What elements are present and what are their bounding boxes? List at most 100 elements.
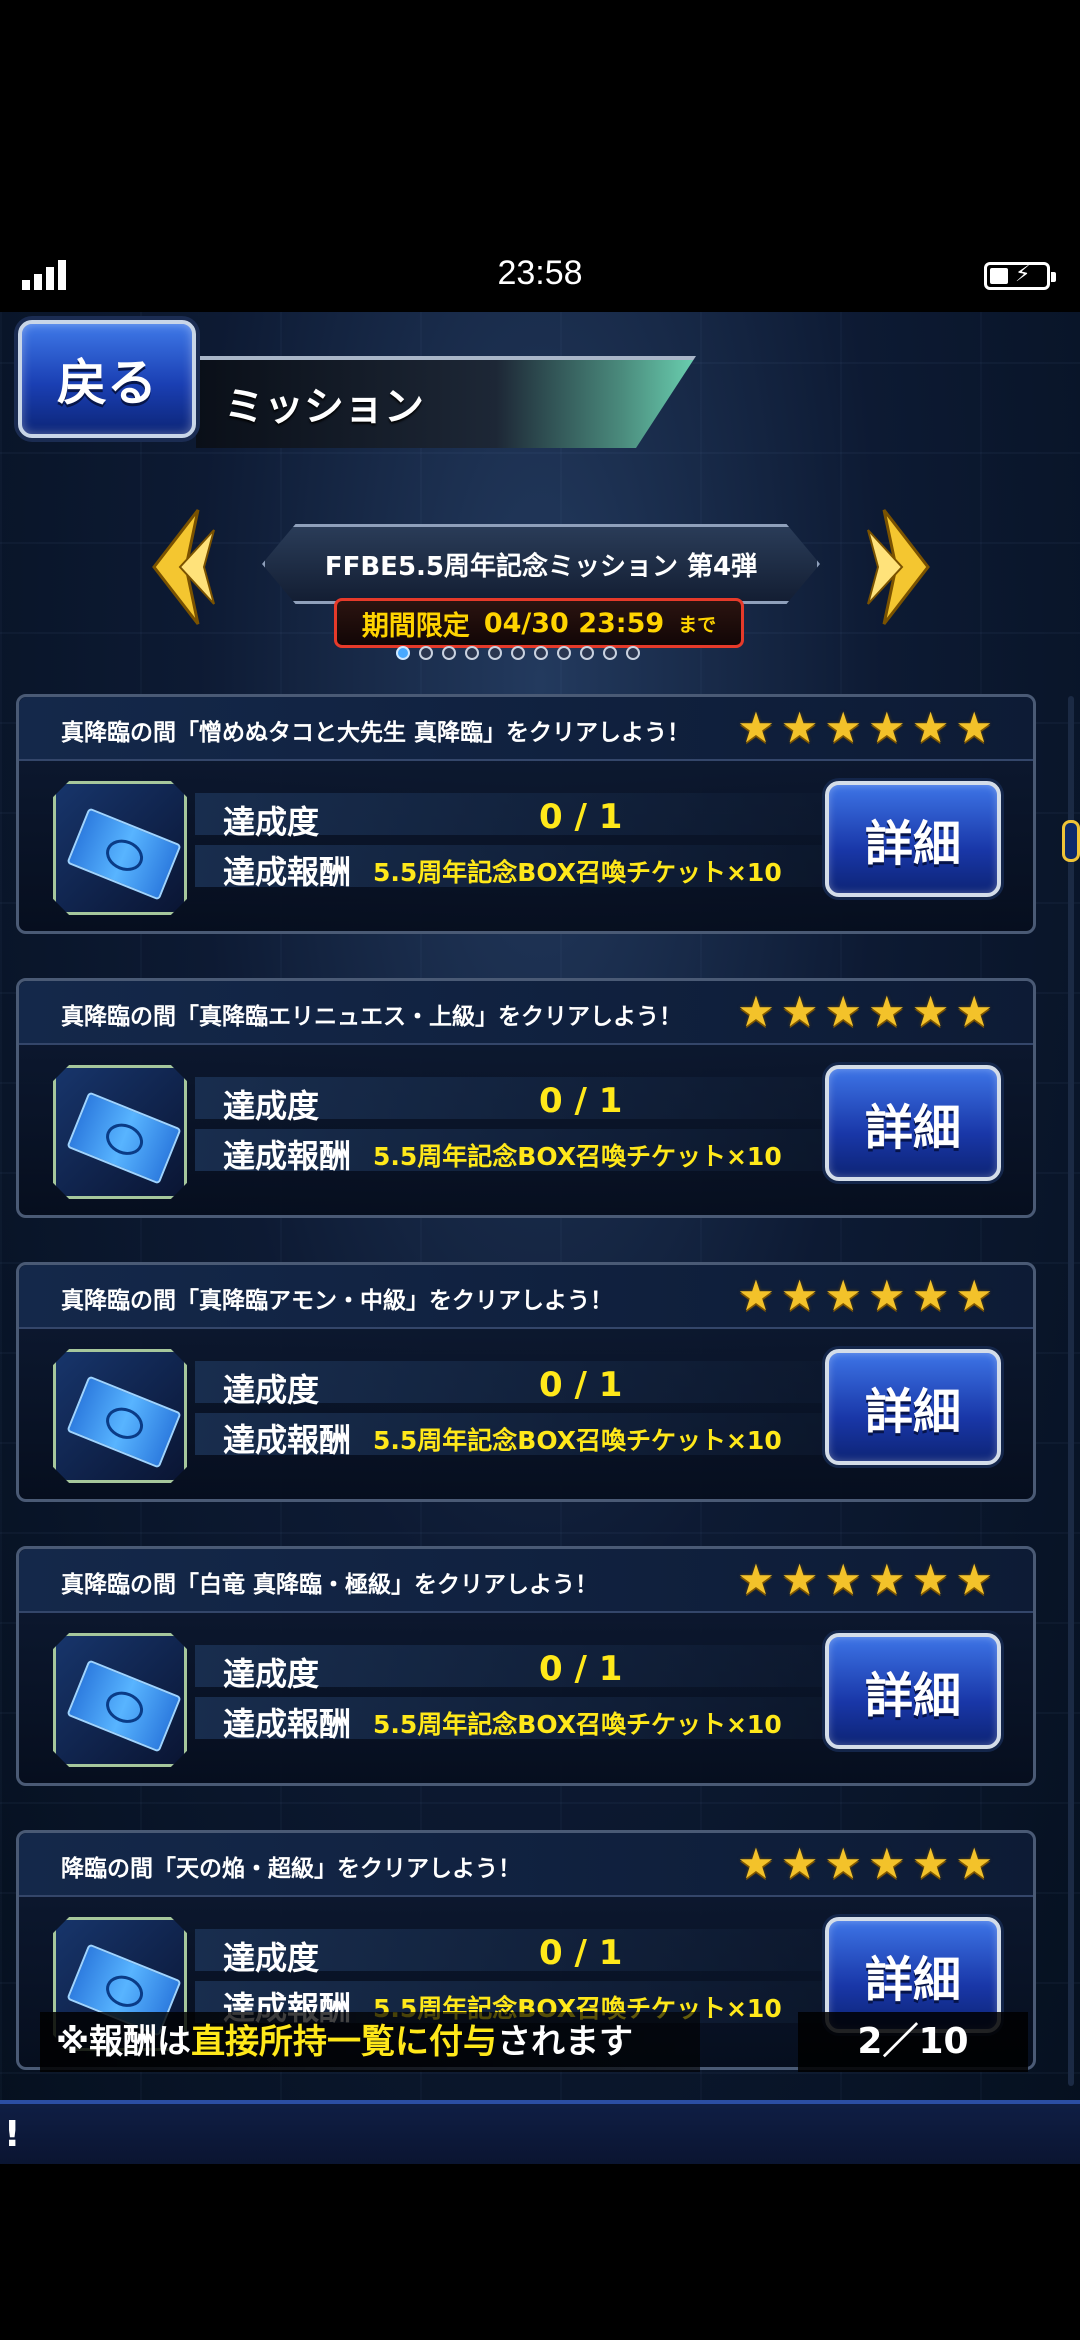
star-icon: ★ xyxy=(780,703,819,752)
note-suffix: されます xyxy=(497,2022,634,2062)
progress-label: 達成度 xyxy=(223,1087,320,1125)
star-icon: ★ xyxy=(868,703,906,752)
star-icon: ★ xyxy=(955,1555,993,1604)
star-icon: ★ xyxy=(824,1839,863,1888)
difficulty-stars: ★ ★ ★ ★ ★ ★ xyxy=(737,1559,993,1601)
page-dot xyxy=(465,646,479,660)
star-icon: ★ xyxy=(824,987,863,1036)
star-icon: ★ xyxy=(780,1271,819,1320)
ticket-icon xyxy=(53,1633,187,1767)
mission-list[interactable]: 真降臨の間「憎めぬタコと大先生 真降臨」をクリアしよう！ ★ ★ ★ ★ ★ ★ 達成度 0 /… xyxy=(0,694,1080,2094)
scrollbar-thumb[interactable] xyxy=(1062,820,1080,862)
mission-title: 真降臨の間「白竜 真降臨・極級」をクリアしよう！ xyxy=(61,1572,599,1598)
star-icon: ★ xyxy=(780,1839,819,1888)
mission-screen: ミッション 戻る FFBE5.5周年記念ミッション 第4弾 期間限定 04/30… xyxy=(0,312,1080,2164)
page-dot xyxy=(511,646,525,660)
next-event-arrow-icon[interactable] xyxy=(862,502,942,632)
star-icon: ★ xyxy=(780,987,819,1036)
event-title: FFBE5.5周年記念ミッション 第4弾 xyxy=(324,552,758,582)
progress-value: 0 / 1 xyxy=(539,1933,623,1973)
detail-button[interactable]: 詳細 xyxy=(825,781,1001,897)
reward-value: 5.5周年記念BOX召喚チケット×10 xyxy=(373,1426,782,1455)
note-prefix: ※報酬は xyxy=(56,2022,192,2062)
reward-value: 5.5周年記念BOX召喚チケット×10 xyxy=(373,858,782,887)
star-icon: ★ xyxy=(868,1555,906,1604)
difficulty-stars: ★ ★ ★ ★ ★ ★ xyxy=(737,1843,993,1885)
progress-value: 0 / 1 xyxy=(539,1649,623,1689)
star-icon: ★ xyxy=(824,703,863,752)
mission-card: 真降臨の間「憎めぬタコと大先生 真降臨」をクリアしよう！ ★ ★ ★ ★ ★ ★ 達成度 0 /… xyxy=(16,694,1036,934)
scrollbar-track[interactable] xyxy=(1068,696,1074,2086)
difficulty-stars: ★ ★ ★ ★ ★ ★ xyxy=(737,707,993,749)
ticket-icon xyxy=(53,1065,187,1199)
star-icon: ★ xyxy=(911,1555,950,1604)
star-icon: ★ xyxy=(955,1271,993,1320)
page-indicator xyxy=(396,646,640,660)
progress-value: 0 / 1 xyxy=(539,797,623,837)
bottom-bar: ! xyxy=(0,2100,1080,2164)
status-bar: 23:58 ⚡ xyxy=(0,240,1080,312)
detail-button[interactable]: 詳細 xyxy=(825,1065,1001,1181)
mission-title: 真降臨の間「憎めぬタコと大先生 真降臨」をクリアしよう！ xyxy=(61,720,691,746)
clock: 23:58 xyxy=(497,254,583,292)
page-title: ミッション xyxy=(224,384,424,430)
star-icon: ★ xyxy=(955,987,993,1036)
progress-label: 達成度 xyxy=(223,1655,320,1693)
page-dot xyxy=(442,646,456,660)
star-icon: ★ xyxy=(737,1839,775,1888)
detail-button[interactable]: 詳細 xyxy=(825,1349,1001,1465)
star-icon: ★ xyxy=(737,703,775,752)
reward-label: 達成報酬 xyxy=(223,1137,352,1175)
star-icon: ★ xyxy=(955,1839,993,1888)
star-icon: ★ xyxy=(868,1271,906,1320)
ticket-icon xyxy=(53,1349,187,1483)
mission-card: 真降臨の間「白竜 真降臨・極級」をクリアしよう！ ★ ★ ★ ★ ★ ★ 達成度 0 / 1 達成… xyxy=(16,1546,1036,1786)
page-dot xyxy=(603,646,617,660)
progress-value: 0 / 1 xyxy=(539,1081,623,1121)
star-icon: ★ xyxy=(824,1271,863,1320)
star-icon: ★ xyxy=(737,1271,775,1320)
page-count: 2／10 xyxy=(798,2012,1028,2072)
period-badge: 期間限定 04/30 23:59 まで xyxy=(334,598,744,648)
mission-header: 真降臨の間「真降臨エリニュエス・上級」をクリアしよう！ ★ ★ ★ ★ ★ ★ xyxy=(19,981,1033,1045)
difficulty-stars: ★ ★ ★ ★ ★ ★ xyxy=(737,991,993,1033)
back-button[interactable]: 戻る xyxy=(18,320,196,438)
star-icon: ★ xyxy=(911,703,950,752)
battery-icon: ⚡ xyxy=(984,262,1056,290)
detail-button[interactable]: 詳細 xyxy=(825,1633,1001,1749)
reward-label: 達成報酬 xyxy=(223,1705,352,1743)
page-dot xyxy=(557,646,571,660)
difficulty-stars: ★ ★ ★ ★ ★ ★ xyxy=(737,1275,993,1317)
star-icon: ★ xyxy=(737,1555,775,1604)
star-icon: ★ xyxy=(955,703,993,752)
star-icon: ★ xyxy=(737,987,775,1036)
progress-label: 達成度 xyxy=(223,1371,320,1409)
page-dot xyxy=(534,646,548,660)
star-icon: ★ xyxy=(868,1839,906,1888)
progress-label: 達成度 xyxy=(223,803,320,841)
mission-header: 降臨の間「天の焔・超級」をクリアしよう！ ★ ★ ★ ★ ★ ★ xyxy=(19,1833,1033,1897)
page-dot xyxy=(580,646,594,660)
reward-note: ※報酬は直接所持一覧に付与されます xyxy=(40,2012,700,2072)
reward-label: 達成報酬 xyxy=(223,853,352,891)
mission-header: 真降臨の間「真降臨アモン・中級」をクリアしよう！ ★ ★ ★ ★ ★ ★ xyxy=(19,1265,1033,1329)
bottom-bar-text: ! xyxy=(4,2114,21,2155)
star-icon: ★ xyxy=(824,1555,863,1604)
page-dot xyxy=(396,646,410,660)
prev-event-arrow-icon[interactable] xyxy=(140,502,220,632)
star-icon: ★ xyxy=(911,1839,950,1888)
reward-label: 達成報酬 xyxy=(223,1421,352,1459)
mission-header: 真降臨の間「憎めぬタコと大先生 真降臨」をクリアしよう！ ★ ★ ★ ★ ★ ★ xyxy=(19,697,1033,761)
star-icon: ★ xyxy=(780,1555,819,1604)
page-dot xyxy=(419,646,433,660)
mission-title: 降臨の間「天の焔・超級」をクリアしよう！ xyxy=(61,1856,521,1882)
period-end: 04/30 23:59 xyxy=(483,607,665,639)
mission-card: 真降臨の間「真降臨エリニュエス・上級」をクリアしよう！ ★ ★ ★ ★ ★ ★ 達成度 0 / … xyxy=(16,978,1036,1218)
note-highlight: 直接所持一覧に付与 xyxy=(191,2022,498,2062)
progress-label: 達成度 xyxy=(223,1939,320,1977)
page-dot xyxy=(626,646,640,660)
star-icon: ★ xyxy=(911,987,950,1036)
progress-value: 0 / 1 xyxy=(539,1365,623,1405)
mission-title: 真降臨の間「真降臨エリニュエス・上級」をクリアしよう！ xyxy=(61,1004,682,1030)
star-icon: ★ xyxy=(868,987,906,1036)
